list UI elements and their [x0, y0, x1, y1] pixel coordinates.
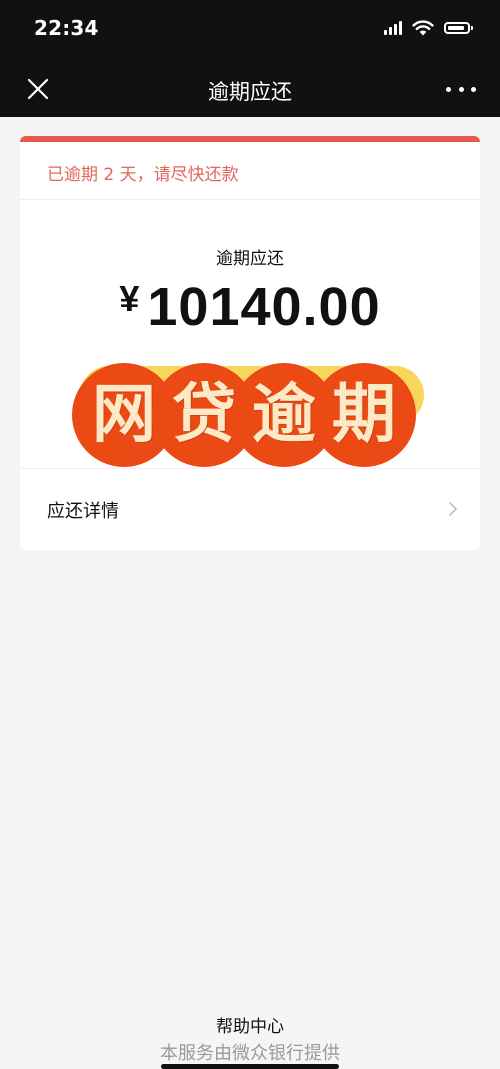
stamp-circle: 期: [312, 363, 416, 467]
nav-bar: 逾期应还: [0, 62, 500, 117]
amount-value: ¥10140.00: [20, 276, 480, 338]
overdue-notice: 已逾期 2 天，请尽快还款: [47, 165, 239, 185]
overlay-stamp: 网 贷 逾 期: [72, 363, 418, 467]
wifi-icon: [412, 20, 434, 36]
stamp-char: 贷: [172, 377, 236, 452]
card-accent-bar: [20, 136, 480, 142]
chevron-right-icon: [449, 502, 457, 516]
help-center-link[interactable]: 帮助中心: [0, 1012, 500, 1037]
currency-symbol: ¥: [119, 278, 140, 319]
home-indicator: [161, 1064, 339, 1069]
stamp-char: 逾: [252, 377, 316, 452]
amount-label: 逾期应还: [216, 249, 284, 269]
page-title: 逾期应还: [208, 80, 292, 104]
divider: [20, 199, 480, 200]
details-label: 应还详情: [47, 501, 119, 522]
status-bar: 22:34: [0, 0, 500, 62]
amount-number: 10140.00: [147, 277, 381, 337]
service-provider-note: 本服务由微众银行提供: [160, 1043, 340, 1064]
repayment-details-row[interactable]: 应还详情: [20, 469, 480, 550]
battery-icon: [444, 22, 473, 34]
more-icon[interactable]: [446, 77, 476, 101]
repayment-card: 已逾期 2 天，请尽快还款 逾期应还 ¥10140.00 网 贷 逾 期 应还详…: [20, 136, 480, 550]
status-time: 22:34: [34, 16, 99, 40]
stamp-char: 网: [92, 377, 156, 452]
status-icons: [384, 20, 473, 36]
stamp-char: 期: [332, 377, 396, 452]
signal-icon: [384, 21, 402, 35]
